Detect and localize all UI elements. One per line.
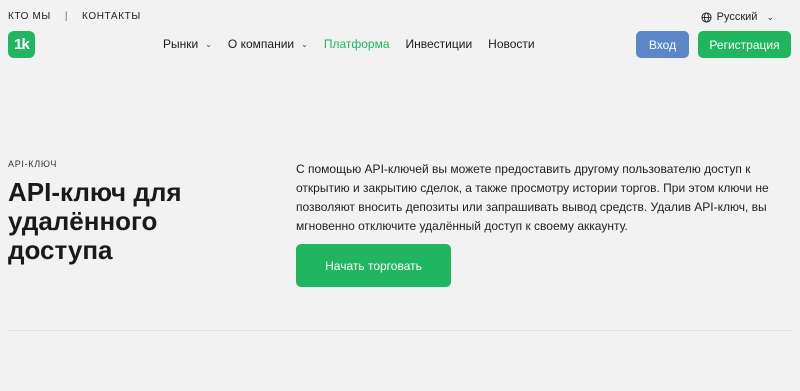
nav-item-markets[interactable]: Рынки ⌄ (163, 37, 212, 51)
hero-eyebrow: API-КЛЮЧ (8, 159, 58, 169)
login-button[interactable]: Вход (636, 31, 689, 58)
main-nav: Рынки ⌄ О компании ⌄ Платформа Инвестици… (163, 37, 551, 51)
contacts-link[interactable]: КОНТАКТЫ (82, 11, 141, 22)
language-selector[interactable]: Русский ⌄ (701, 11, 774, 23)
nav-item-label: Платформа (323, 37, 390, 51)
nav-item-news[interactable]: Новости (488, 37, 534, 51)
nav-item-label: О компании (227, 37, 295, 51)
logo[interactable]: 1k (8, 31, 35, 58)
start-trading-button[interactable]: Начать торговать (296, 244, 451, 287)
nav-item-about-company[interactable]: О компании ⌄ (228, 37, 308, 51)
nav-item-label: Инвестиции (405, 37, 473, 51)
page-title: API-ключ для удалённого доступа (8, 177, 182, 265)
hero-description: С помощью API-ключей вы можете предостав… (296, 162, 769, 233)
chevron-down-icon: ⌄ (205, 39, 212, 49)
register-button[interactable]: Регистрация (698, 31, 791, 58)
globe-icon (701, 11, 712, 23)
nav-item-label: Рынки (163, 37, 199, 51)
topbar-separator: | (64, 11, 69, 22)
chevron-down-icon: ⌄ (766, 11, 774, 22)
nav-item-investments[interactable]: Инвестиции (406, 37, 473, 51)
nav-item-label: Новости (488, 37, 535, 51)
nav-item-platform[interactable]: Платформа (324, 37, 390, 51)
section-divider (8, 330, 792, 331)
language-label: Русский (716, 11, 758, 23)
about-link[interactable]: КТО МЫ (8, 11, 51, 22)
chevron-down-icon: ⌄ (301, 39, 308, 49)
top-utility-bar: КТО МЫ | КОНТАКТЫ (8, 11, 141, 22)
